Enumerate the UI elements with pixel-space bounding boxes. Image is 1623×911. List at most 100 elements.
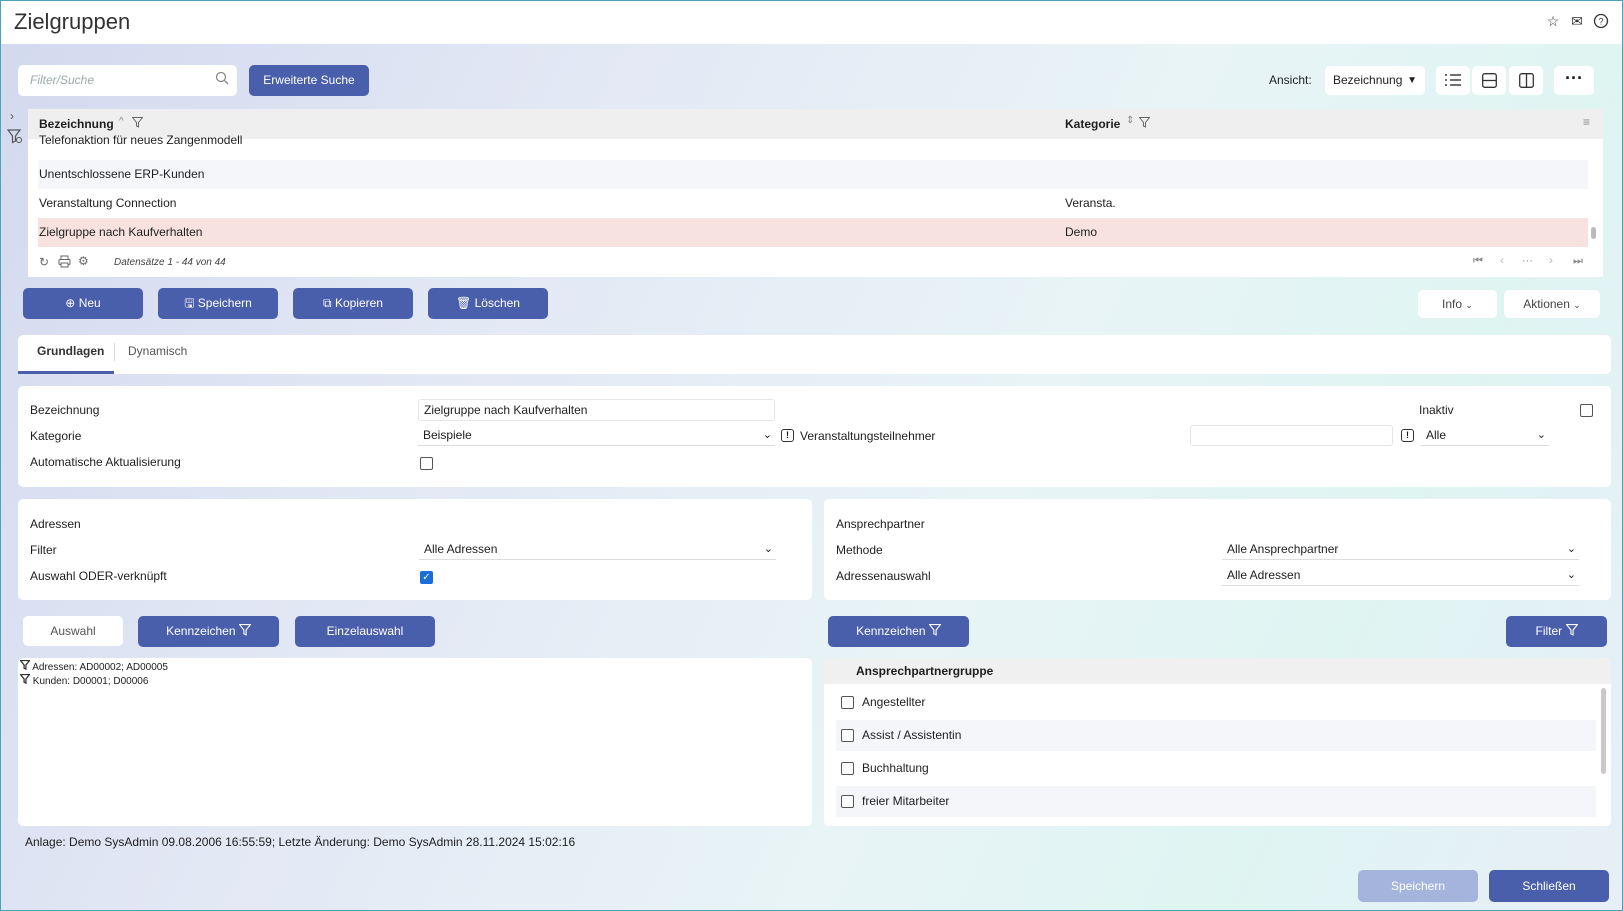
veranstaltung-label: Veranstaltungsteilnehmer — [800, 429, 936, 443]
adressen-title: Adressen — [30, 517, 81, 531]
column-menu-icon[interactable]: ≡ — [1583, 115, 1590, 129]
pager-more[interactable]: ··· — [1522, 255, 1533, 267]
inaktiv-checkbox[interactable] — [1580, 404, 1593, 417]
advanced-search-button[interactable]: Erweiterte Suche — [249, 65, 369, 96]
oder-checkbox[interactable]: ✓ — [420, 571, 433, 584]
info-alert-icon[interactable]: ! — [1401, 429, 1414, 442]
adressauswahl-select[interactable]: Alle Adressen ⌄ — [1222, 564, 1579, 586]
filter-button[interactable]: Filter — [1506, 616, 1607, 647]
next-page-icon[interactable]: › — [1549, 253, 1553, 267]
list-item[interactable]: freier Mitarbeiter — [836, 786, 1596, 817]
auto-update-checkbox[interactable] — [420, 457, 433, 470]
methode-label: Methode — [836, 543, 883, 557]
scrollbar-thumb[interactable] — [1601, 688, 1606, 774]
split-horizontal-button[interactable] — [1472, 66, 1506, 95]
veranstaltung-input[interactable] — [1190, 425, 1393, 446]
chevron-down-icon: ⌄ — [1566, 543, 1576, 555]
checkbox[interactable] — [841, 696, 854, 709]
table-row[interactable]: Telefonaktion für neues Zangenmodell — [38, 131, 1588, 153]
split-vertical-icon — [1519, 73, 1534, 88]
last-page-icon[interactable]: ⏭ — [1573, 255, 1583, 268]
more-options-button[interactable]: ··· — [1554, 66, 1594, 95]
auswahl-button[interactable]: Auswahl — [23, 616, 123, 646]
first-page-icon[interactable]: ⏮ — [1473, 255, 1483, 268]
column-filter-icon[interactable] — [131, 117, 144, 131]
filter-entry: Kunden: D00001; D00006 — [19, 673, 148, 687]
veranstaltung-select[interactable]: Alle ⌄ — [1421, 424, 1549, 446]
column-filter-icon[interactable] — [1138, 117, 1151, 131]
form-panel: Bezeichnung Zielgruppe nach Kaufverhalte… — [18, 386, 1611, 487]
methode-select[interactable]: Alle Ansprechpartner ⌄ — [1222, 538, 1579, 560]
checkbox[interactable] — [841, 795, 854, 808]
info-alert-icon[interactable]: ! — [781, 429, 794, 442]
bezeichnung-label: Bezeichnung — [30, 403, 100, 417]
view-select[interactable]: Bezeichnung ▼ — [1325, 66, 1425, 95]
list-item[interactable]: Angestellter — [836, 687, 1596, 718]
filter-icon — [1564, 624, 1579, 636]
gear-icon[interactable]: ⚙ — [78, 254, 89, 268]
save-icon: 🖫 — [184, 296, 195, 310]
kennzeichen-button[interactable]: Kennzeichen — [138, 616, 279, 647]
checkbox[interactable] — [841, 729, 854, 742]
search-input[interactable]: Filter/Suche — [18, 65, 237, 96]
trash-icon: 🗑 — [456, 296, 472, 310]
ansprechpartner-panel: Ansprechpartner Methode Alle Ansprechpar… — [824, 499, 1611, 600]
footer-save-button[interactable]: Speichern — [1358, 870, 1478, 902]
checkbox[interactable] — [841, 762, 854, 775]
filter-summary-panel: Adressen: AD00002; AD00005 Kunden: D0000… — [18, 658, 812, 826]
delete-button[interactable]: 🗑 Löschen — [428, 288, 548, 319]
kennzeichen-right-button[interactable]: Kennzeichen — [828, 616, 969, 647]
scrollbar-thumb[interactable] — [1591, 227, 1596, 239]
column-header-kategorie[interactable]: Kategorie — [1065, 117, 1120, 131]
mail-icon[interactable]: ✉ — [1569, 13, 1585, 29]
copy-button[interactable]: ⧉ Kopieren — [293, 288, 413, 319]
save-button[interactable]: 🖫 Speichern — [158, 288, 278, 319]
split-vertical-button[interactable] — [1509, 66, 1543, 95]
page-title: Zielgruppen — [14, 9, 131, 34]
data-grid: Bezeichnung ^ Kategorie ⇕ ≡ Telefonaktio… — [28, 109, 1603, 277]
adressen-filter-select[interactable]: Alle Adressen ⌄ — [419, 538, 776, 560]
filter-icon — [19, 659, 31, 671]
record-count: Datensätze 1 - 44 von 44 — [114, 257, 226, 268]
new-button[interactable]: ⊕ Neu — [23, 288, 143, 319]
sort-asc-icon[interactable]: ^ — [119, 116, 124, 127]
table-row-selected[interactable]: Zielgruppe nach Kaufverhalten Demo — [38, 218, 1588, 247]
list-item[interactable]: Buchhaltung — [836, 753, 1596, 784]
plus-circle-icon: ⊕ — [65, 296, 76, 310]
info-dropdown[interactable]: Info ⌄ — [1418, 290, 1497, 318]
einzelauswahl-button[interactable]: Einzelauswahl — [295, 616, 435, 647]
filter-label: Filter — [30, 543, 57, 557]
list-view-button[interactable] — [1436, 66, 1470, 95]
chevron-down-icon: ⌄ — [1573, 300, 1581, 310]
filter-settings-icon[interactable] — [6, 129, 23, 147]
refresh-icon[interactable]: ↻ — [39, 255, 49, 269]
split-horizontal-icon — [1482, 73, 1497, 88]
ansprechpartner-title: Ansprechpartner — [836, 517, 925, 531]
tab-bar — [18, 335, 1611, 374]
tab-dynamisch[interactable]: Dynamisch — [128, 344, 187, 358]
chevron-down-icon: ⌄ — [762, 429, 772, 441]
tab-grundlagen[interactable]: Grundlagen — [37, 344, 104, 358]
help-icon[interactable]: ? — [1593, 13, 1609, 29]
filter-icon — [19, 673, 31, 685]
aktionen-dropdown[interactable]: Aktionen ⌄ — [1504, 290, 1600, 318]
list-item[interactable]: Assist / Assistentin — [836, 720, 1596, 751]
svg-text:?: ? — [1598, 17, 1603, 27]
prev-page-icon[interactable]: ‹ — [1500, 253, 1504, 267]
adressen-panel: Adressen Filter Alle Adressen ⌄ Auswahl … — [18, 499, 812, 600]
bezeichnung-input[interactable]: Zielgruppe nach Kaufverhalten — [418, 399, 775, 421]
inaktiv-label: Inaktiv — [1419, 403, 1454, 417]
title-bar — [1, 1, 1622, 44]
table-row[interactable]: Unentschlossene ERP-Kunden — [38, 160, 1588, 189]
print-icon[interactable] — [58, 255, 71, 271]
search-icon — [215, 66, 229, 97]
sort-icon[interactable]: ⇕ — [1126, 115, 1134, 126]
kategorie-select[interactable]: Beispiele ⌄ — [418, 424, 775, 446]
copy-icon: ⧉ — [323, 296, 332, 310]
chevron-right-icon[interactable]: › — [10, 109, 14, 123]
table-row[interactable]: Veranstaltung Connection Veransta. — [38, 189, 1588, 218]
filter-icon — [238, 624, 252, 636]
column-header-bezeichnung[interactable]: Bezeichnung — [39, 117, 114, 131]
close-button[interactable]: Schließen — [1489, 870, 1609, 902]
star-icon[interactable]: ☆ — [1545, 13, 1561, 29]
